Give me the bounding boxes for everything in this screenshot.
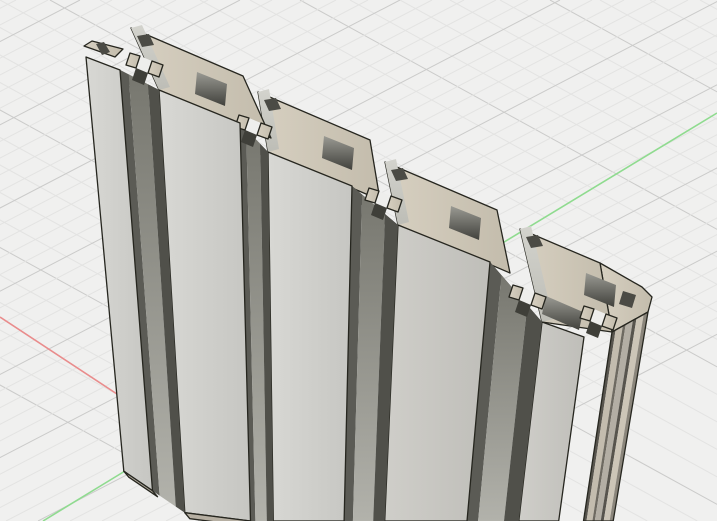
cad-viewport[interactable]	[0, 0, 717, 521]
scene-svg	[0, 0, 717, 521]
fin-front-face[interactable]	[267, 151, 353, 521]
